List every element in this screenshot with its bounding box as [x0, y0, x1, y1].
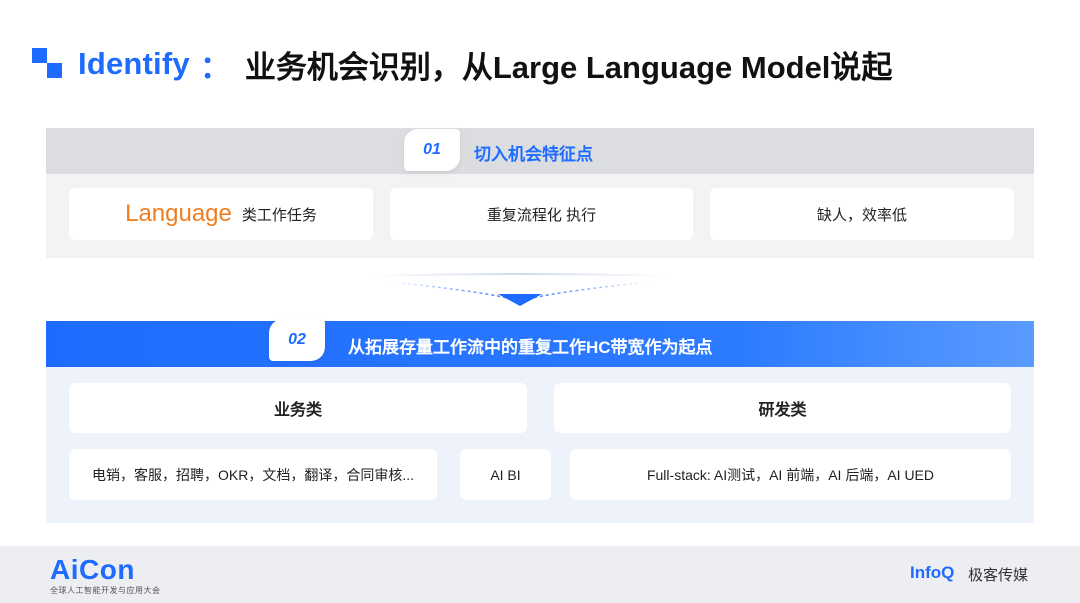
feature-text: 缺人，效率低 — [816, 206, 907, 224]
aicon-tagline: 全球人工智能开发与应用大会 — [50, 586, 161, 595]
category-rnd: 研发类 — [554, 383, 1011, 433]
feature-card-repetitive: 重复流程化 执行 — [390, 188, 693, 240]
section-opportunity-features: 01 切入机会特征点 Language 类工作任务 重复流程化 执行 缺人，效率… — [46, 128, 1034, 258]
section2-title: 从拓展存量工作流中的重复工作HC带宽作为起点 — [348, 338, 713, 357]
feature-text: 重复流程化 执行 — [486, 206, 597, 224]
title-english: Identify — [78, 46, 190, 81]
feature-highlight-language: Language — [125, 200, 232, 227]
section1-title: 切入机会特征点 — [474, 145, 593, 164]
section-starting-point: 02 从拓展存量工作流中的重复工作HC带宽作为起点 业务类 研发类 电销，客服，… — [46, 319, 1034, 523]
section1-badge: 01 — [404, 129, 460, 171]
title-colon: ： — [199, 49, 231, 85]
section2-badge: 02 — [269, 319, 325, 361]
down-arrow-icon — [360, 268, 680, 312]
title-chinese: 业务机会识别，从Large Language Model说起 — [244, 49, 893, 85]
feature-card-language: Language 类工作任务 — [69, 188, 373, 240]
category-business: 业务类 — [69, 383, 527, 433]
business-items: 电销，客服，招聘，OKR，文档，翻译，合同审核... — [69, 449, 437, 500]
title-logo-icon — [32, 45, 70, 83]
feature-card-shortage: 缺人，效率低 — [710, 188, 1014, 240]
page-title: Identify ： 业务机会识别，从Large Language Model说… — [32, 44, 893, 85]
infoq-tagline: 极客传媒 — [968, 567, 1029, 584]
aicon-logo: AiCon — [50, 554, 135, 585]
ai-bi-item: AI BI — [460, 449, 551, 500]
feature-text: 类工作任务 — [241, 206, 317, 224]
footer: AiCon 全球人工智能开发与应用大会 InfoQ 极客传媒 — [0, 546, 1080, 603]
infoq-logo: InfoQ — [910, 563, 955, 582]
rnd-items: Full-stack: AI测试，AI 前端，AI 后端，AI UED — [570, 449, 1011, 500]
